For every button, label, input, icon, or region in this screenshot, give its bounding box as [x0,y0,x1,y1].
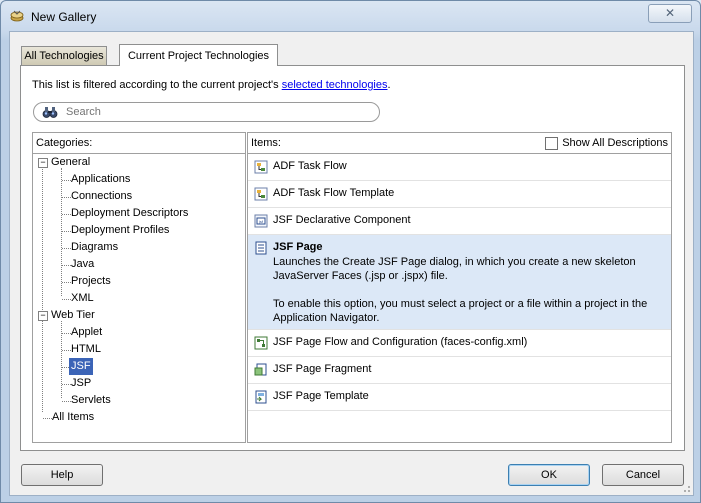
tree-item-jsp[interactable]: JSP [71,375,91,392]
categories-panel: Categories: − General Applications Conne… [32,132,246,443]
tree-line [62,401,71,402]
item-description-line1: Launches the Create JSF Page dialog, in … [273,256,636,282]
tree-line [62,299,71,300]
dialog-body: All Technologies Current Project Technol… [9,31,694,496]
tree-item-web-tier[interactable]: Web Tier [51,307,95,324]
gallery-item-jsf-page-template[interactable]: JSF Page Template [248,384,671,411]
tree-line [62,248,71,249]
item-description: Launches the Create JSF Page dialog, in … [273,255,663,325]
tree-line [62,197,71,198]
page-flow-icon [254,336,268,350]
gallery-item-jsf-page-fragment[interactable]: JSF Page Fragment [248,357,671,384]
tab-all-technologies[interactable]: All Technologies [21,46,107,65]
tree-item-all-items[interactable]: All Items [52,409,94,426]
tree-item-general[interactable]: General [51,154,90,171]
new-gallery-dialog: New Gallery ✕ All Technologies Current P… [0,0,701,503]
page-template-icon [255,390,267,404]
tree-line [62,282,71,283]
search-box[interactable] [33,102,380,122]
cancel-button[interactable]: Cancel [602,464,684,486]
item-description-line2: To enable this option, you must select a… [273,298,648,324]
gallery-item-adf-task-flow-template[interactable]: ADF Task Flow Template [248,181,671,208]
tree-item-projects[interactable]: Projects [71,273,111,290]
tree-line [61,168,62,296]
tree-line [62,350,71,351]
tree-line [62,180,71,181]
task-flow-template-icon [254,187,268,201]
tree-item-connections[interactable]: Connections [71,188,132,205]
gallery-app-icon [10,10,24,22]
tree-item-jsf[interactable]: JSF [69,358,93,375]
tree-item-diagrams[interactable]: Diagrams [71,239,118,256]
help-button[interactable]: Help [21,464,103,486]
binoculars-icon [42,107,58,118]
tree-item-applications[interactable]: Applications [71,171,130,188]
resize-grip-icon[interactable] [681,483,691,493]
filter-info-text: This list is filtered according to the c… [32,79,282,91]
tab-panel: This list is filtered according to the c… [20,65,685,451]
close-icon: ✕ [664,6,676,20]
tab-current-project-technologies[interactable]: Current Project Technologies [119,44,278,66]
tree-item-servlets[interactable]: Servlets [71,392,111,409]
window-title: New Gallery [31,10,97,24]
general-collapse-icon[interactable]: − [38,158,48,168]
tree-item-deployment-profiles[interactable]: Deployment Profiles [71,222,169,239]
jsf-page-icon [255,241,267,255]
item-label: JSF Page Fragment [273,363,372,375]
gallery-item-jsf-page[interactable]: JSF Page Launches the Create JSF Page di… [248,235,671,330]
tree-line [42,159,43,412]
item-label: JSF Page [273,241,323,253]
search-input[interactable] [64,104,368,120]
page-fragment-icon [254,363,267,376]
gallery-item-adf-task-flow[interactable]: ADF Task Flow [248,154,671,181]
web-tier-collapse-icon[interactable]: − [38,311,48,321]
item-label: ADF Task Flow Template [273,187,395,199]
tree-line [62,214,71,215]
tree-line [62,265,71,266]
jsf-component-icon: jsf [254,214,268,228]
tree-item-html[interactable]: HTML [71,341,101,358]
item-label: JSF Page Template [273,390,369,402]
tree-item-xml[interactable]: XML [71,290,94,307]
tree-line [62,231,71,232]
ok-button[interactable]: OK [508,464,590,486]
items-label: Items: [251,137,281,149]
gallery-item-jsf-declarative-component[interactable]: jsf JSF Declarative Component [248,208,671,235]
items-header: Items: Show All Descriptions [248,133,671,154]
selected-technologies-link[interactable]: selected technologies [282,79,388,91]
title-bar: New Gallery ✕ [1,1,700,31]
tree-item-java[interactable]: Java [71,256,94,273]
categories-header: Categories: [33,133,245,154]
filter-info: This list is filtered according to the c… [32,79,391,91]
close-button[interactable]: ✕ [648,4,692,23]
item-label: JSF Declarative Component [273,214,411,226]
tree-item-deployment-descriptors[interactable]: Deployment Descriptors [71,205,188,222]
show-all-descriptions-label: Show All Descriptions [562,137,668,149]
item-label: JSF Page Flow and Configuration (faces-c… [273,336,528,348]
show-all-descriptions-checkbox[interactable]: Show All Descriptions [545,136,668,150]
task-flow-icon [254,160,268,174]
gallery-item-jsf-page-flow-and-configuration[interactable]: JSF Page Flow and Configuration (faces-c… [248,330,671,357]
tree-line [43,418,52,419]
item-label: ADF Task Flow [273,160,347,172]
checkbox-box[interactable] [545,136,559,150]
items-panel: Items: Show All Descriptions ADF Task Fl… [247,132,672,443]
filter-info-suffix: . [387,79,391,91]
tree-item-applet[interactable]: Applet [71,324,102,341]
tree-line [62,384,71,385]
tree-line [62,333,71,334]
